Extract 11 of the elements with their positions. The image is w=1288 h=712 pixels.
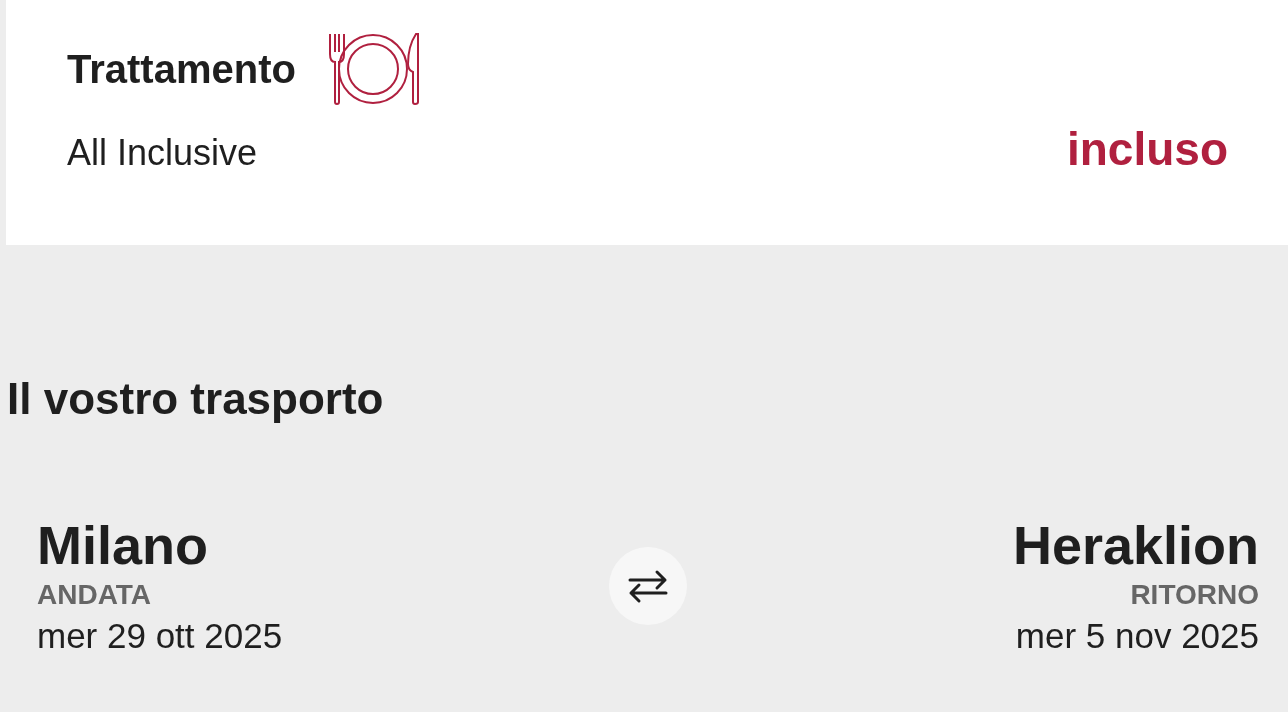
city-name: Heraklion <box>1012 514 1259 577</box>
swap-icon <box>627 568 668 604</box>
leg-label: ANDATA <box>37 578 152 612</box>
leg-date: mer 5 nov 2025 <box>1015 615 1259 657</box>
board-value: All Inclusive <box>67 132 258 174</box>
price-label: incluso <box>1066 122 1228 176</box>
leg-date: mer 29 ott 2025 <box>37 615 283 657</box>
leg-label: RITORNO <box>1130 578 1259 612</box>
board-title: Trattamento <box>67 46 296 92</box>
section-heading: Il vostro trasporto <box>7 373 385 425</box>
city-name: Milano <box>37 514 208 577</box>
